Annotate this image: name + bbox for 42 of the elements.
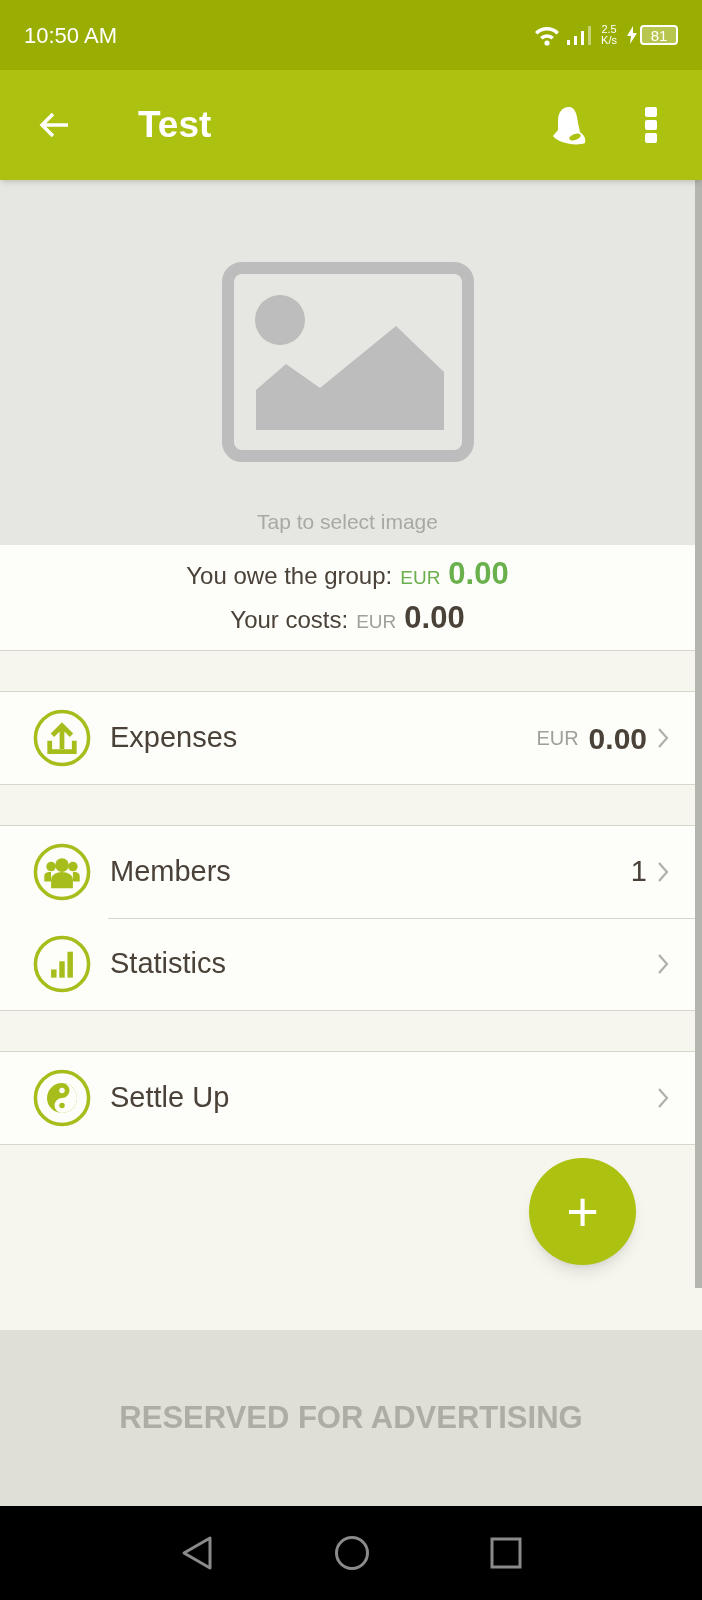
more-options-icon[interactable] xyxy=(644,106,658,144)
status-time: 10:50 AM xyxy=(24,21,117,50)
summary-label: Your costs: xyxy=(230,604,349,635)
row-label: Members xyxy=(110,854,231,890)
chevron-right-icon xyxy=(657,953,669,975)
bell-icon[interactable] xyxy=(550,104,588,146)
chevron-right-icon xyxy=(657,861,669,883)
signal-icon xyxy=(565,24,594,46)
home-circle-icon[interactable] xyxy=(334,1535,370,1571)
group-icon xyxy=(32,842,92,902)
app-title: Test xyxy=(138,103,212,148)
charging-icon xyxy=(627,26,637,44)
row-count: 1 xyxy=(630,854,647,890)
list-row[interactable]: Members 1 xyxy=(0,826,695,918)
summary-amount: 0.00 xyxy=(404,598,465,637)
row-amount: 0.00 xyxy=(588,720,647,757)
scrollbar[interactable] xyxy=(695,180,702,1288)
yin-yang-icon xyxy=(32,1068,92,1128)
chevron-right-icon xyxy=(657,1087,669,1109)
currency-label: EUR xyxy=(400,565,441,590)
battery-indicator: 81 xyxy=(640,25,678,45)
upload-icon xyxy=(32,708,92,768)
summary-amount: 0.00 xyxy=(448,554,509,593)
currency-label: EUR xyxy=(536,726,579,751)
row-label: Expenses xyxy=(110,720,238,756)
image-placeholder-icon xyxy=(221,262,474,462)
chevron-right-icon xyxy=(657,727,669,749)
bar-chart-icon xyxy=(32,934,92,994)
wifi-icon xyxy=(533,24,562,46)
recents-square-icon[interactable] xyxy=(490,1537,522,1569)
row-label: Settle Up xyxy=(110,1080,230,1116)
back-arrow-icon xyxy=(38,111,70,139)
list-row[interactable]: Settle Up xyxy=(0,1052,695,1144)
network-speed: 2.5 xyxy=(601,24,617,35)
currency-label: EUR xyxy=(356,609,397,634)
row-label: Statistics xyxy=(110,946,227,982)
image-hint: Tap to select image xyxy=(257,509,438,535)
back-triangle-icon[interactable] xyxy=(180,1535,214,1571)
list-row[interactable]: Statistics xyxy=(0,918,695,1010)
network-speed-unit: K/s xyxy=(601,35,617,46)
summary-label: You owe the group: xyxy=(186,560,393,591)
list-row[interactable]: Expenses EUR 0.00 xyxy=(0,692,695,784)
